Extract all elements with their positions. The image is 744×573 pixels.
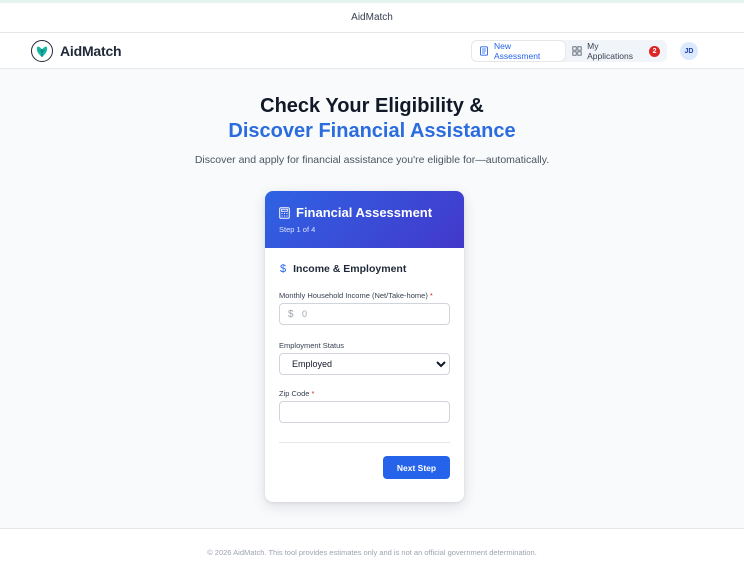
required-marker: *	[429, 291, 433, 300]
window-titlebar: AidMatch	[0, 3, 744, 33]
zip-label: Zip Code *	[279, 389, 315, 398]
next-step-button[interactable]: Next Step	[383, 456, 450, 479]
income-label: Monthly Household Income (Net/Take-home)…	[279, 291, 433, 300]
card-header: Financial Assessment Step 1 of 4	[265, 191, 464, 248]
income-input[interactable]	[302, 304, 442, 324]
section-heading: $ Income & Employment	[280, 263, 406, 275]
dollar-icon: $	[280, 263, 287, 275]
brand[interactable]: AidMatch	[31, 40, 122, 62]
section-title-text: Income & Employment	[293, 263, 407, 275]
footer: © 2026 AidMatch. This tool provides esti…	[0, 528, 744, 573]
tab-my-applications[interactable]: My Applications 2	[565, 41, 667, 61]
currency-symbol: $	[288, 308, 294, 320]
card-title-text: Financial Assessment	[296, 205, 433, 220]
brand-name: AidMatch	[60, 43, 122, 59]
calculator-icon	[279, 206, 290, 219]
employment-status-select[interactable]: Employed	[279, 353, 450, 375]
footer-disclaimer: © 2026 AidMatch. This tool provides esti…	[207, 548, 537, 557]
required-marker: *	[311, 389, 315, 398]
card-title: Financial Assessment	[279, 205, 432, 220]
applications-count-badge: 2	[649, 45, 660, 57]
leaf-heart-logo-icon	[31, 40, 53, 62]
assessment-card: Financial Assessment Step 1 of 4 $ Incom…	[265, 191, 464, 502]
income-field[interactable]: $	[279, 303, 450, 325]
step-indicator: Step 1 of 4	[279, 225, 316, 234]
hero-subtitle: Discover and apply for financial assista…	[194, 154, 550, 166]
document-icon	[479, 46, 489, 56]
window-title: AidMatch	[351, 12, 393, 23]
hero-title: Check Your Eligibility &	[260, 95, 484, 117]
hero-title-highlight: Discover Financial Assistance	[228, 120, 516, 142]
tab-new-assessment[interactable]: New Assessment	[472, 41, 566, 61]
top-navbar: AidMatch New Assessment My Applications …	[0, 33, 744, 69]
tab-my-applications-label: My Applications	[587, 41, 633, 61]
nav-tabs: New Assessment My Applications 2	[471, 40, 667, 62]
tab-new-assessment-label: New Assessment	[494, 41, 541, 61]
zip-code-input[interactable]	[279, 401, 450, 423]
grid-icon	[572, 46, 582, 56]
user-avatar[interactable]: JD	[680, 42, 698, 60]
employment-label: Employment Status	[279, 341, 345, 350]
form-divider	[279, 442, 450, 443]
